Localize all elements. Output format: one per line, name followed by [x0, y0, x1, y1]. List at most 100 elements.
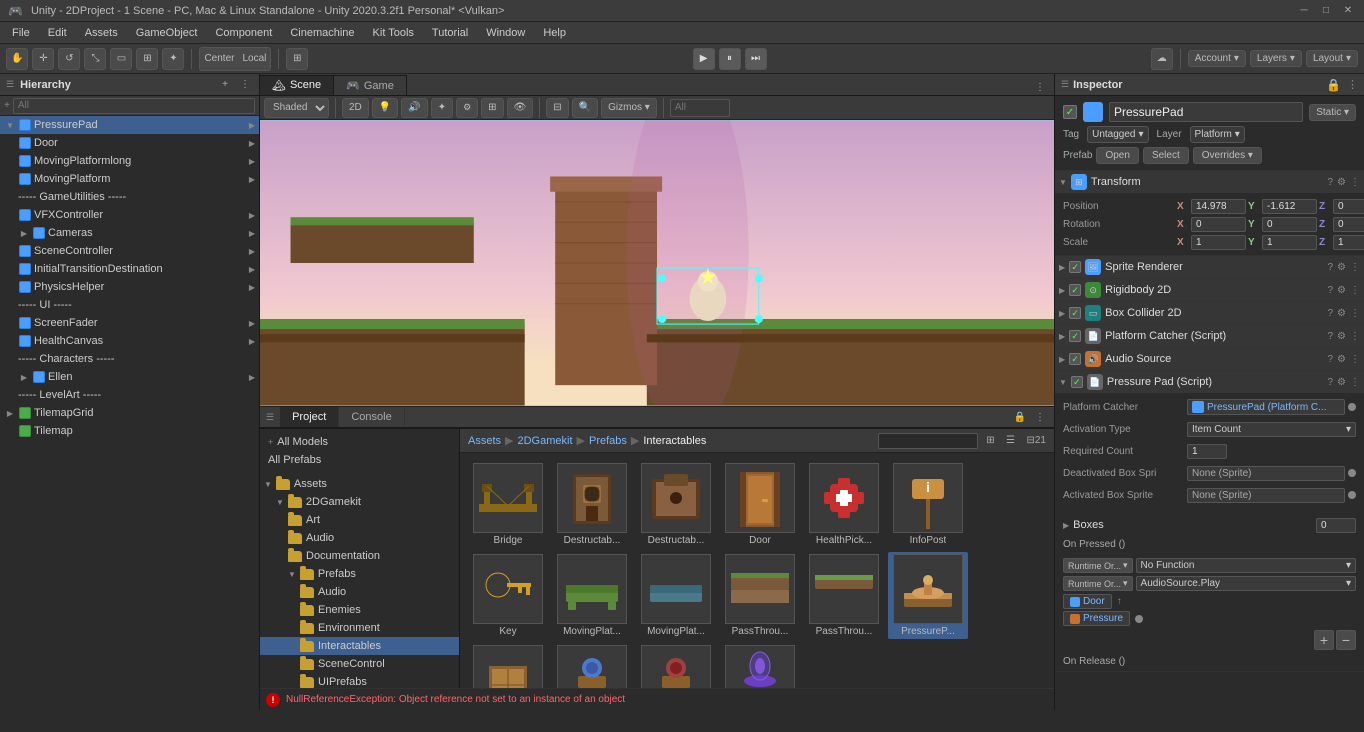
event-remove-btn[interactable]: −: [1336, 630, 1356, 650]
tree-enemies[interactable]: Enemies: [260, 601, 459, 619]
func-dropdown-1[interactable]: No Function ▾: [1136, 558, 1356, 573]
sr-menu[interactable]: ⋮: [1350, 262, 1360, 273]
asset-bridge[interactable]: Bridge: [468, 461, 548, 548]
hierarchy-item-cameras[interactable]: ▶ Cameras ▶: [0, 224, 259, 242]
move-tool-btn[interactable]: ✛: [32, 48, 54, 70]
as-help[interactable]: ?: [1327, 354, 1333, 365]
hierarchy-item-gameutilities[interactable]: ----- GameUtilities -----: [0, 188, 259, 206]
tree-assets[interactable]: ▼ Assets: [260, 475, 459, 493]
toggle-btn[interactable]: ⊞: [481, 98, 503, 118]
transform-settings-btn[interactable]: ⚙: [1337, 177, 1346, 188]
local-btn[interactable]: Local: [238, 48, 270, 70]
play-btn[interactable]: ▶: [693, 48, 715, 70]
tree-art[interactable]: Art: [260, 511, 459, 529]
account-btn[interactable]: Account ▾: [1188, 50, 1246, 67]
rot-y-input[interactable]: [1262, 217, 1317, 232]
tree-interactables[interactable]: Interactables: [260, 637, 459, 655]
tree-prefabs-all[interactable]: All Prefabs: [260, 451, 459, 469]
pressure-target-dot[interactable]: [1135, 615, 1143, 623]
transform-tool-btn[interactable]: ⊞: [136, 48, 158, 70]
sr-settings[interactable]: ⚙: [1337, 262, 1346, 273]
tree-documentation[interactable]: Documentation: [260, 547, 459, 565]
hierarchy-item-ui[interactable]: ----- UI -----: [0, 296, 259, 314]
maximize-btn[interactable]: □: [1318, 3, 1334, 19]
object-name-input[interactable]: [1109, 102, 1303, 122]
tab-scene[interactable]: 🏔 Scene: [260, 75, 334, 95]
project-search-input[interactable]: [878, 433, 978, 449]
pos-x-input[interactable]: [1191, 199, 1246, 214]
rb-menu[interactable]: ⋮: [1350, 285, 1360, 296]
pc-header[interactable]: ▶ 📄 Platform Catcher (Script) ? ⚙ ⋮: [1055, 325, 1364, 347]
tree-2dgamekit[interactable]: ▼ 2DGamekit: [260, 493, 459, 511]
minimize-btn[interactable]: ─: [1296, 3, 1312, 19]
tree-prefabs[interactable]: ▼ Prefabs: [260, 565, 459, 583]
select-btn[interactable]: Select: [1143, 147, 1189, 164]
hierarchy-item-chars[interactable]: ----- Characters -----: [0, 350, 259, 368]
object-enabled-checkbox[interactable]: [1063, 105, 1077, 119]
gizmos-btn[interactable]: Gizmos ▾: [601, 98, 657, 118]
asset-destructable2[interactable]: Destructab...: [636, 461, 716, 548]
boxes-count-input[interactable]: [1316, 518, 1356, 533]
rigidbody-header[interactable]: ▶ ⊙ Rigidbody 2D ? ⚙ ⋮: [1055, 279, 1364, 301]
hierarchy-add-btn[interactable]: +: [217, 77, 233, 93]
rb-settings[interactable]: ⚙: [1337, 285, 1346, 296]
project-menu-btn[interactable]: ⋮: [1032, 409, 1048, 425]
hierarchy-item-movingplatform[interactable]: MovingPlatform ▶: [0, 170, 259, 188]
layer-dropdown[interactable]: Platform ▾: [1190, 126, 1245, 143]
project-view-btn[interactable]: ⊞: [982, 433, 998, 449]
asset-passthrough[interactable]: PassThrou...: [720, 552, 800, 639]
inspector-lock-icon[interactable]: 🔒: [1326, 78, 1341, 92]
hierarchy-menu-btn[interactable]: ⋮: [237, 77, 253, 93]
hierarchy-item-vfx[interactable]: VFXController ▶: [0, 206, 259, 224]
transform-menu-btn[interactable]: ⋮: [1350, 177, 1360, 188]
activated-sprite-ref[interactable]: None (Sprite): [1187, 488, 1345, 503]
as-target-dot[interactable]: [1348, 491, 1356, 499]
hierarchy-item-pressurepad[interactable]: ▼ PressurePad ▶: [0, 116, 259, 134]
breadcrumb-2dgamekit[interactable]: 2DGamekit: [517, 435, 572, 447]
tree-models[interactable]: + All Models: [260, 433, 459, 451]
scale-y-input[interactable]: [1262, 235, 1317, 250]
tree-audio2[interactable]: Audio: [260, 583, 459, 601]
event-obj-pressure-btn[interactable]: Pressure: [1063, 611, 1130, 626]
asset-healthpick[interactable]: HealthPick...: [804, 461, 884, 548]
event-obj-door-btn[interactable]: Door: [1063, 594, 1112, 609]
pc-help[interactable]: ?: [1327, 331, 1333, 342]
sprite-renderer-header[interactable]: ▶ 🖼 Sprite Renderer ? ⚙ ⋮: [1055, 256, 1364, 278]
rect-tool-btn[interactable]: ▭: [110, 48, 132, 70]
rotate-tool-btn[interactable]: ↺: [58, 48, 80, 70]
breadcrumb-interactables[interactable]: Interactables: [643, 435, 706, 447]
activation-type-dropdown[interactable]: Item Count ▾: [1187, 422, 1356, 437]
hierarchy-item-door[interactable]: Door ▶: [0, 134, 259, 152]
skybox-btn[interactable]: ⚙: [456, 98, 478, 118]
hierarchy-search-input[interactable]: [13, 98, 255, 114]
pc-target-dot[interactable]: [1348, 403, 1356, 411]
step-btn[interactable]: ⏭: [745, 48, 767, 70]
open-btn[interactable]: Open: [1096, 147, 1138, 164]
scene-search[interactable]: [670, 99, 730, 117]
bc-menu[interactable]: ⋮: [1350, 308, 1360, 319]
rot-z-input[interactable]: [1333, 217, 1364, 232]
static-btn[interactable]: Static ▾: [1309, 104, 1356, 121]
tree-audio[interactable]: Audio: [260, 529, 459, 547]
menu-edit[interactable]: Edit: [40, 25, 75, 41]
menu-gameobject[interactable]: GameObject: [128, 25, 206, 41]
func-dropdown-2[interactable]: AudioSource.Play ▾: [1136, 576, 1356, 591]
pc-settings[interactable]: ⚙: [1337, 331, 1346, 342]
asset-infopost[interactable]: i InfoPost: [888, 461, 968, 548]
menu-assets[interactable]: Assets: [77, 25, 126, 41]
project-lock-btn[interactable]: 🔒: [1012, 409, 1028, 425]
hierarchy-item-ellen[interactable]: ▶ Ellen ▶: [0, 368, 259, 386]
inspector-menu-icon[interactable]: ⋮: [1347, 78, 1358, 91]
lighting-btn[interactable]: 💡: [372, 98, 398, 118]
tab-project[interactable]: Project: [280, 407, 339, 427]
custom-tool-btn[interactable]: ✦: [162, 48, 184, 70]
event-add-btn[interactable]: +: [1314, 630, 1334, 650]
runtime-btn-1[interactable]: Runtime Or... ▾: [1063, 558, 1133, 573]
rot-x-input[interactable]: [1191, 217, 1246, 232]
as-header[interactable]: ▶ 🔊 Audio Source ? ⚙ ⋮: [1055, 348, 1364, 370]
project-filter-btn[interactable]: ☰: [1002, 433, 1018, 449]
deactivated-sprite-ref[interactable]: None (Sprite): [1187, 466, 1345, 481]
bc-help[interactable]: ?: [1327, 308, 1333, 319]
ds-target-dot[interactable]: [1348, 469, 1356, 477]
transform-header[interactable]: ▼ ⊞ Transform ? ⚙ ⋮: [1055, 171, 1364, 193]
